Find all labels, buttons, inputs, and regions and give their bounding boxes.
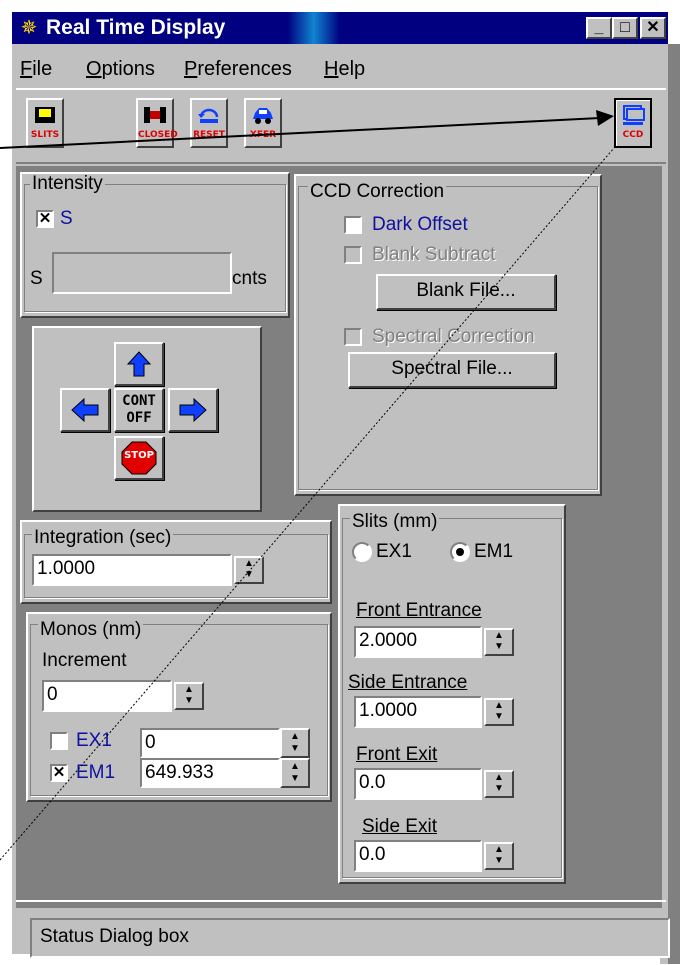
toolbar [16, 88, 666, 164]
blank-file-button[interactable]: Blank File... [376, 274, 556, 310]
move-up-button[interactable] [114, 342, 164, 386]
dark-offset-checkbox[interactable] [344, 216, 362, 234]
ex1-mono-input[interactable]: 0 [140, 728, 280, 758]
side-entrance-label: Side Entrance [348, 672, 468, 693]
integration-title: Integration (sec) [32, 527, 174, 548]
real-time-display-window: ✵ Real Time Display _ □ ✕ File Options P… [0, 0, 684, 965]
side-entrance-spinner[interactable]: ▲ ▼ [484, 698, 514, 726]
window-shadow [668, 44, 680, 964]
side-exit-input[interactable]: 0.0 [354, 840, 482, 872]
ccd-correction-title: CCD Correction [308, 181, 447, 202]
front-exit-spinner[interactable]: ▲ ▼ [484, 770, 514, 798]
menu-file[interactable]: File [20, 54, 52, 84]
xfer-tool-label: XFER [249, 130, 277, 140]
front-entrance-spinner[interactable]: ▲ ▼ [484, 628, 514, 656]
move-left-button[interactable] [60, 388, 110, 432]
increment-label: Increment [42, 650, 127, 671]
front-exit-input[interactable]: 0.0 [354, 768, 482, 800]
menu-options[interactable]: Options [86, 54, 155, 84]
ex1-mono-spinner[interactable]: ▲ ▼ [280, 728, 310, 758]
minimize-button[interactable]: _ [586, 17, 612, 39]
blank-subtract-checkbox[interactable] [344, 246, 362, 264]
front-exit-label: Front Exit [356, 744, 438, 765]
title-bar[interactable]: ✵ Real Time Display _ □ ✕ [12, 12, 668, 44]
spectral-file-button[interactable]: Spectral File... [348, 352, 556, 388]
em1-mono-input[interactable]: 649.933 [140, 758, 280, 788]
app-icon: ✵ [20, 17, 38, 39]
monos-title: Monos (nm) [38, 619, 144, 640]
menu-help[interactable]: Help [324, 54, 365, 84]
intensity-value-field [52, 252, 232, 294]
front-entrance-label: Front Entrance [356, 600, 482, 621]
integration-input[interactable]: 1.0000 [32, 554, 232, 586]
move-right-button[interactable] [168, 388, 218, 432]
cont-off-button[interactable]: CONT OFF [114, 388, 164, 432]
arrow-right-icon [179, 397, 207, 423]
shutter-closed-icon [143, 105, 167, 125]
maximize-button[interactable]: □ [612, 17, 638, 39]
window-title: Real Time Display [46, 16, 226, 39]
em1-slit-label: EM1 [474, 541, 514, 562]
menu-bar: File Options Preferences Help [18, 54, 658, 84]
reset-icon [197, 105, 221, 125]
stop-button[interactable]: STOP [114, 436, 164, 480]
slits-panel: Slits (mm) EX1 EM1 Front Entrance 2.0000… [338, 504, 566, 884]
dark-offset-label: Dark Offset [372, 214, 468, 235]
side-entrance-input[interactable]: 1.0000 [354, 696, 482, 728]
blank-subtract-label: Blank Subtract [372, 244, 496, 265]
intensity-unit: cnts [232, 268, 267, 289]
intensity-panel: Intensity ✕ S S cnts [20, 172, 290, 318]
off-label: OFF [126, 410, 152, 426]
cont-label: CONT [122, 393, 156, 409]
ex1-mono-label: EX1 [76, 730, 112, 751]
ccd-icon [621, 105, 645, 125]
car-icon [251, 105, 275, 125]
ccd-tool-label: CCD [622, 130, 644, 140]
reset-tool-label: RESET [193, 130, 225, 140]
ccd-correction-panel: CCD Correction Dark Offset Blank Subtrac… [294, 174, 602, 496]
ccd-tool-button[interactable]: CCD [614, 98, 652, 148]
arrow-up-icon [126, 351, 152, 377]
closed-tool-label: CLOSED [138, 130, 178, 140]
closed-tool-button[interactable]: CLOSED [136, 98, 178, 148]
monos-panel: Monos (nm) Increment 0 ▲ ▼ EX1 0 ▲ ▼ ✕ EM1… [26, 612, 332, 802]
ex1-mono-checkbox[interactable] [50, 732, 68, 750]
close-button[interactable]: ✕ [640, 17, 666, 39]
intensity-title: Intensity [30, 173, 105, 194]
status-dialog-box: Status Dialog box [30, 918, 670, 958]
em1-slit-radio[interactable] [450, 542, 470, 562]
front-entrance-input[interactable]: 2.0000 [354, 626, 482, 658]
em1-mono-checkbox[interactable]: ✕ [50, 764, 68, 782]
increment-input[interactable]: 0 [42, 680, 172, 712]
slits-tool-label: SLITS [30, 130, 60, 140]
slits-icon [33, 105, 57, 125]
em1-mono-spinner[interactable]: ▲ ▼ [280, 758, 310, 788]
intensity-field-label: S [30, 268, 43, 289]
side-exit-label: Side Exit [362, 816, 437, 837]
ex1-slit-radio[interactable] [352, 542, 372, 562]
side-exit-spinner[interactable]: ▲ ▼ [484, 842, 514, 870]
increment-spinner[interactable]: ▲ ▼ [174, 682, 204, 710]
intensity-s-label: S [60, 208, 73, 229]
integration-panel: Integration (sec) 1.0000 ▲ ▼ [20, 520, 332, 604]
integration-spinner[interactable]: ▲ ▼ [234, 556, 264, 584]
spectral-correction-label: Spectral Correction [372, 326, 535, 347]
stop-label: STOP [124, 450, 154, 461]
spectral-correction-checkbox[interactable] [344, 328, 362, 346]
reset-tool-button[interactable]: RESET [190, 98, 228, 148]
em1-mono-label: EM1 [76, 762, 116, 783]
status-separator [16, 900, 666, 904]
motion-panel: CONT OFF STOP [32, 326, 262, 512]
menu-preferences[interactable]: Preferences [184, 54, 292, 84]
arrow-left-icon [71, 397, 99, 423]
slits-title: Slits (mm) [350, 511, 440, 532]
ex1-slit-label: EX1 [376, 541, 412, 562]
intensity-s-checkbox[interactable]: ✕ [36, 210, 54, 228]
slits-tool-button[interactable]: SLITS [26, 98, 64, 148]
xfer-tool-button[interactable]: XFER [244, 98, 282, 148]
